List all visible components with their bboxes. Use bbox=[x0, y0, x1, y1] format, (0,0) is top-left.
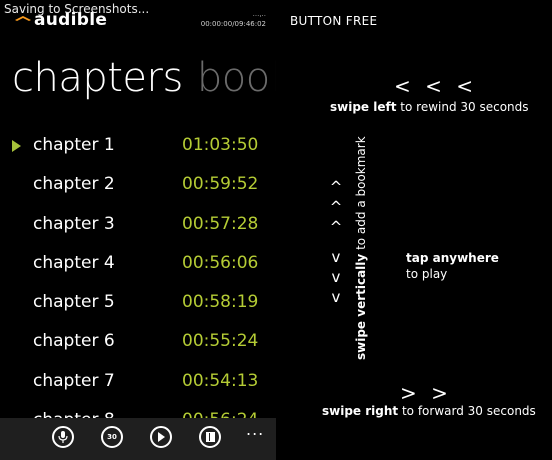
chapter-name: chapter 1 bbox=[33, 135, 115, 155]
chevron-down-icon: v bbox=[331, 268, 341, 286]
chapter-duration: 00:54:13 bbox=[182, 370, 259, 391]
chapter-duration: 00:55:24 bbox=[182, 331, 259, 352]
chevron-down-icon: v bbox=[331, 248, 341, 266]
play-button[interactable] bbox=[150, 426, 172, 448]
play-icon bbox=[158, 432, 165, 442]
forward-gesture-desc: to forward 30 seconds bbox=[398, 404, 536, 418]
rewind-gesture-label: swipe left bbox=[330, 100, 397, 114]
chapter-duration: 01:03:50 bbox=[182, 135, 259, 155]
rewind-30-button[interactable]: 30 bbox=[101, 426, 123, 448]
chapter-name: chapter 7 bbox=[33, 370, 115, 391]
chapter-row[interactable]: chapter 7 00:54:13 bbox=[0, 362, 276, 401]
chapter-row[interactable]: chapter 3 00:57:28 bbox=[0, 205, 276, 244]
status-toast: Saving to Screenshots... bbox=[4, 2, 150, 16]
bookmark-icon bbox=[205, 432, 215, 442]
vertical-gesture-label: swipe vertically bbox=[354, 253, 368, 360]
chevron-up-icon: ^ bbox=[329, 198, 343, 216]
rewind-gesture-desc: to rewind 30 seconds bbox=[396, 100, 529, 114]
button-free-title: BUTTON FREE bbox=[290, 14, 378, 28]
rewind-instruction: swipe left to rewind 30 seconds bbox=[330, 100, 529, 114]
forward-gesture-label: swipe right bbox=[322, 404, 399, 418]
swipe-down-chevrons: v v v bbox=[329, 247, 343, 307]
chapter-duration: 00:58:19 bbox=[182, 292, 259, 313]
chapter-row[interactable]: chapter 4 00:56:06 bbox=[0, 244, 276, 283]
chevron-up-icon: ^ bbox=[329, 218, 343, 236]
chapter-name: chapter 2 bbox=[33, 174, 115, 195]
tap-instruction: tap anywhere to play bbox=[406, 250, 499, 282]
chapter-name: chapter 3 bbox=[33, 213, 115, 234]
current-chapter-play-icon bbox=[12, 140, 21, 152]
pivot-header: chapters bookm bbox=[12, 54, 276, 102]
rewind-arrows-icon: < < < bbox=[394, 74, 477, 98]
microphone-button[interactable] bbox=[52, 426, 74, 448]
vertical-gesture-desc: to add a bookmark bbox=[354, 136, 368, 254]
chapter-row[interactable]: chapter 2 00:59:52 bbox=[0, 165, 276, 204]
tap-gesture-desc: to play bbox=[406, 267, 448, 281]
chapter-list: chapter 1 01:03:50 chapter 2 00:59:52 chapte… bbox=[0, 126, 276, 440]
chapter-duration: 00:59:52 bbox=[182, 174, 259, 195]
chevron-down-icon: v bbox=[331, 288, 341, 306]
chapter-name: chapter 6 bbox=[33, 331, 115, 352]
swipe-up-chevrons: ^ ^ ^ bbox=[329, 177, 343, 237]
chapter-duration: 00:56:06 bbox=[182, 252, 259, 273]
microphone-icon bbox=[58, 431, 68, 443]
chapter-row[interactable]: chapter 5 00:58:19 bbox=[0, 283, 276, 322]
app-screen: audible ...,.. 00:00:00/09:46:02 chapter… bbox=[0, 0, 276, 460]
chevron-up-icon: ^ bbox=[329, 178, 343, 196]
chapter-row[interactable]: chapter 6 00:55:24 bbox=[0, 322, 276, 361]
tap-gesture-label: tap anywhere bbox=[406, 251, 499, 265]
bookmark-button[interactable] bbox=[199, 426, 221, 448]
pivot-tab-chapters[interactable]: chapters bbox=[12, 55, 183, 101]
forward-instruction: swipe right to forward 30 seconds bbox=[322, 404, 536, 418]
app-bar: 30 ... bbox=[0, 418, 276, 460]
screen: Saving to Screenshots... audible ...,.. … bbox=[0, 0, 552, 460]
rewind-30-icon: 30 bbox=[107, 433, 117, 441]
chapter-name: chapter 5 bbox=[33, 292, 115, 313]
gesture-help-panel: BUTTON FREE < < < swipe left to rewind 3… bbox=[276, 0, 552, 460]
pivot-tab-bookmarks[interactable]: bookm bbox=[197, 55, 276, 101]
forward-arrows-icon: > > bbox=[400, 381, 452, 405]
chapter-row[interactable]: chapter 1 01:03:50 bbox=[0, 126, 276, 165]
chapter-duration: 00:57:28 bbox=[182, 213, 259, 234]
chapter-name: chapter 4 bbox=[33, 252, 115, 273]
more-options-button[interactable]: ... bbox=[246, 420, 264, 439]
